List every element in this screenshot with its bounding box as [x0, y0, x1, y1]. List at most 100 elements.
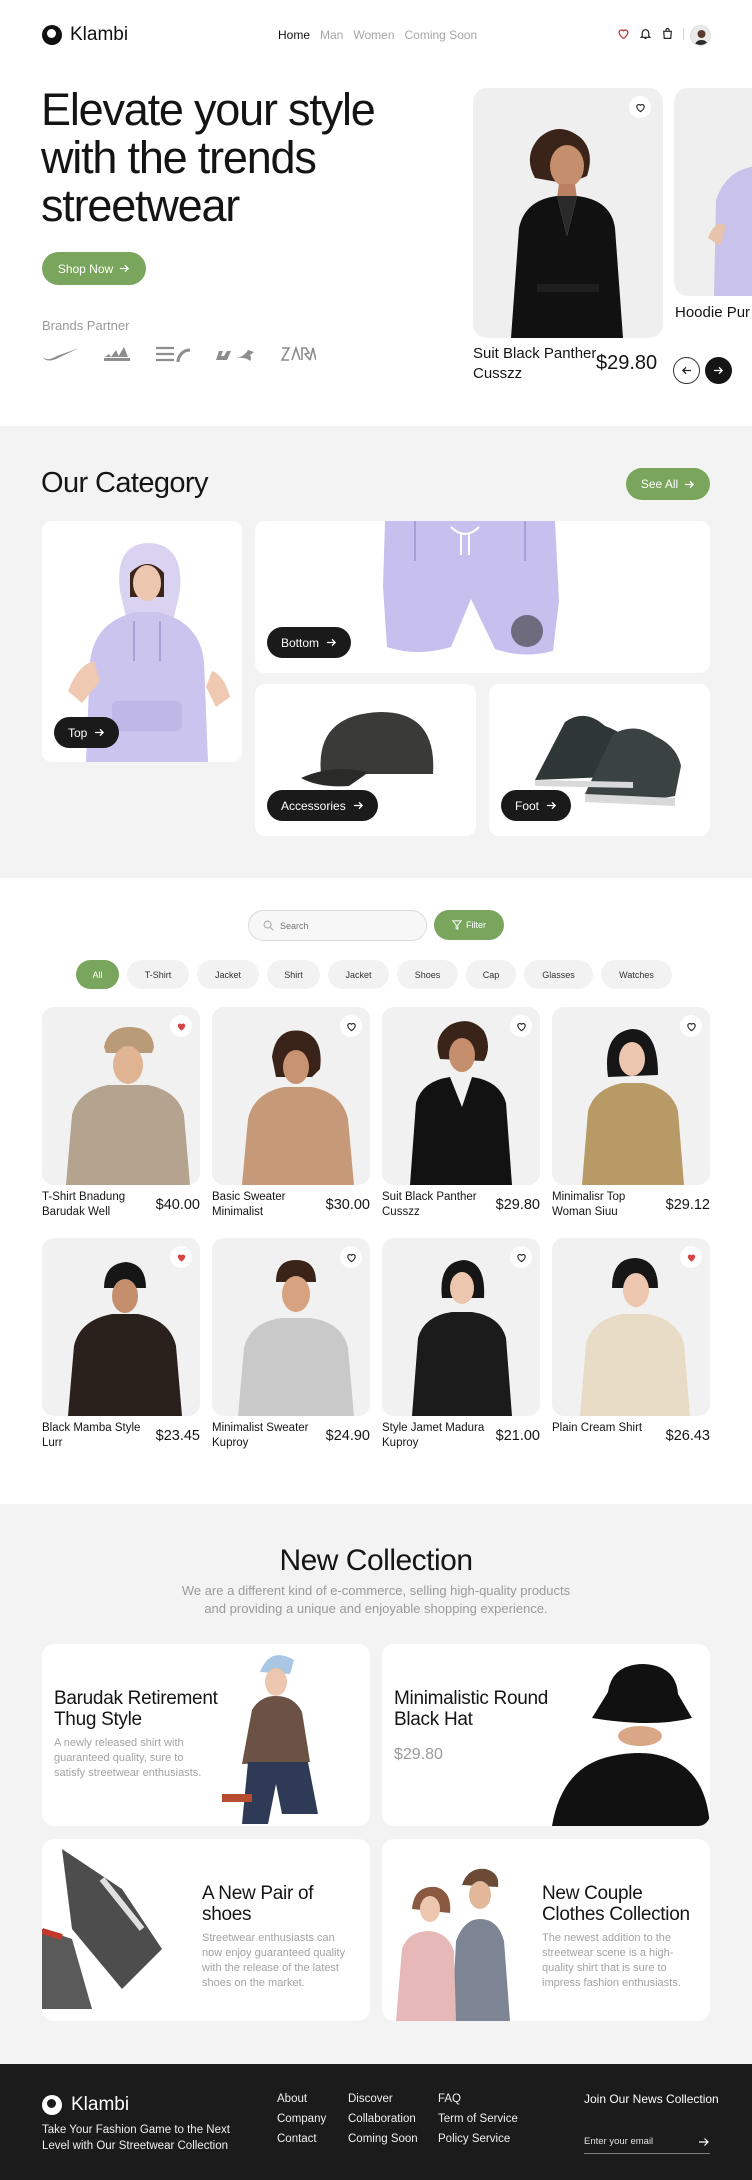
collection-couple-image: [396, 1868, 510, 2021]
product-price: $30.00: [325, 1197, 370, 1213]
chip-cap[interactable]: Cap: [466, 960, 516, 989]
collection-title: New Collection: [279, 1544, 473, 1577]
category-card-foot[interactable]: Foot: [489, 684, 710, 836]
category-card-accessories[interactable]: Accessories: [255, 684, 476, 836]
footer-link-contact[interactable]: Contact: [277, 2132, 326, 2147]
logo-icon: [42, 2095, 62, 2115]
filter-button[interactable]: Filter: [434, 910, 504, 940]
product-price: $29.12: [665, 1197, 710, 1213]
bell-icon[interactable]: [639, 27, 652, 40]
category-foot-label: Foot: [515, 798, 540, 813]
footer-link-coming-soon[interactable]: Coming Soon: [348, 2132, 418, 2147]
bag-icon[interactable]: [661, 27, 674, 40]
arrow-right-icon: [119, 263, 130, 274]
collection-card-title: New Couple Clothes Collection: [542, 1883, 690, 1925]
footer-link-company[interactable]: Company: [277, 2112, 326, 2127]
category-bottom-label: Bottom: [281, 635, 320, 650]
see-all-button[interactable]: See All: [626, 468, 710, 500]
the-north-face-logo: [154, 345, 192, 363]
collection-card-desc: A newly released shirt with guaranteed q…: [54, 1737, 202, 1779]
category-card-bottom[interactable]: Bottom: [255, 521, 710, 673]
category-foot-pill[interactable]: Foot: [501, 790, 572, 821]
collection-card-desc: Streetwear enthusiasts can now enjoy gua…: [202, 1932, 346, 1989]
footer-link-faq[interactable]: FAQ: [438, 2092, 518, 2107]
heart-icon[interactable]: [510, 1246, 532, 1268]
search-field[interactable]: [248, 910, 427, 941]
footer-links-discover: Discover Collaboration Coming Soon: [348, 2092, 418, 2147]
menu-man[interactable]: Man: [320, 28, 343, 42]
heart-icon[interactable]: [340, 1246, 362, 1268]
category-top-pill[interactable]: Top: [54, 717, 120, 748]
featured-product-card[interactable]: [473, 88, 663, 338]
chip-glasses[interactable]: Glasses: [524, 960, 593, 989]
chip-jacket[interactable]: Jacket: [197, 960, 259, 989]
footer-link-terms[interactable]: Term of Service: [438, 2112, 518, 2127]
heart-icon[interactable]: [170, 1015, 192, 1037]
hero-title: Elevate your style with the trends stree…: [41, 84, 376, 231]
collection-card-shoes[interactable]: A New Pair of shoes Streetwear enthusias…: [42, 1839, 370, 2021]
heart-icon[interactable]: [170, 1246, 192, 1268]
category-bottom-pill[interactable]: Bottom: [267, 627, 352, 658]
arrow-right-icon: [684, 479, 695, 490]
arrow-right-icon[interactable]: [698, 2136, 710, 2148]
footer-links-company: About Company Contact: [277, 2092, 326, 2147]
heart-icon[interactable]: [340, 1015, 362, 1037]
chip-t-shirt[interactable]: T-Shirt: [127, 960, 189, 989]
product-price: $40.00: [155, 1197, 200, 1213]
collection-card-desc: The newest addition to the streetwear sc…: [542, 1932, 681, 1989]
user-avatar[interactable]: [690, 25, 711, 46]
menu-home[interactable]: Home: [278, 28, 310, 42]
collection-card-title: A New Pair of shoes: [202, 1883, 314, 1925]
collection-subtitle: We are a different kind of e-commerce, s…: [181, 1583, 571, 1616]
brand-logo[interactable]: Klambi: [42, 24, 128, 46]
arrow-right-icon: [326, 637, 337, 648]
collection-card-thug-style[interactable]: Barudak Retirement Thug Style A newly re…: [42, 1644, 370, 1826]
filter-label: Filter: [466, 920, 486, 930]
product-card[interactable]: [212, 1007, 370, 1185]
product-price: $23.45: [155, 1428, 200, 1444]
collection-card-couple[interactable]: New Couple Clothes Collection The newest…: [382, 1839, 710, 2021]
chip-shoes[interactable]: Shoes: [397, 960, 458, 989]
product-card[interactable]: [552, 1238, 710, 1416]
arrow-right-icon: [713, 365, 724, 376]
next-product-card[interactable]: [674, 88, 752, 296]
shop-now-button[interactable]: Shop Now: [42, 252, 146, 285]
product-card[interactable]: [42, 1238, 200, 1416]
chip-jacket-2[interactable]: Jacket: [328, 960, 389, 989]
footer-link-about[interactable]: About: [277, 2092, 326, 2107]
brand-partner-logos: [42, 344, 316, 364]
search-input[interactable]: [280, 920, 410, 931]
chip-watches[interactable]: Watches: [601, 960, 672, 989]
arrow-right-icon: [94, 727, 105, 738]
search-icon: [263, 920, 274, 931]
product-card[interactable]: [552, 1007, 710, 1185]
heart-icon[interactable]: [510, 1015, 532, 1037]
chip-shirt[interactable]: Shirt: [267, 960, 320, 989]
carousel-next-button[interactable]: [705, 357, 732, 384]
featured-product-name: Suit Black Panther Cusszz: [473, 345, 597, 382]
product-card[interactable]: [42, 1007, 200, 1185]
carousel-prev-button[interactable]: [673, 357, 700, 384]
collection-card-hat[interactable]: Minimalistic Round Black Hat $29.80: [382, 1644, 710, 1826]
heart-icon[interactable]: [629, 96, 651, 118]
product-card[interactable]: [382, 1007, 540, 1185]
category-card-top[interactable]: Top: [42, 521, 242, 762]
category-accessories-pill[interactable]: Accessories: [267, 790, 378, 821]
filter-icon: [452, 920, 462, 930]
newsletter-email-input[interactable]: [584, 2136, 684, 2147]
footer-link-discover[interactable]: Discover: [348, 2092, 418, 2107]
product-price: $29.80: [495, 1197, 540, 1213]
product-card[interactable]: [382, 1238, 540, 1416]
wishlist-heart-icon[interactable]: [617, 27, 630, 40]
menu-coming-soon[interactable]: Coming Soon: [405, 28, 478, 42]
chip-all[interactable]: All: [76, 960, 119, 989]
heart-icon[interactable]: [680, 1015, 702, 1037]
arrow-left-icon: [681, 365, 692, 376]
footer-brand-logo[interactable]: Klambi: [42, 2094, 129, 2116]
footer-link-collaboration[interactable]: Collaboration: [348, 2112, 418, 2127]
product-card[interactable]: [212, 1238, 370, 1416]
menu-women[interactable]: Women: [353, 28, 394, 42]
nav-actions: [617, 27, 684, 40]
footer-link-policy[interactable]: Policy Service: [438, 2132, 518, 2147]
heart-icon[interactable]: [680, 1246, 702, 1268]
